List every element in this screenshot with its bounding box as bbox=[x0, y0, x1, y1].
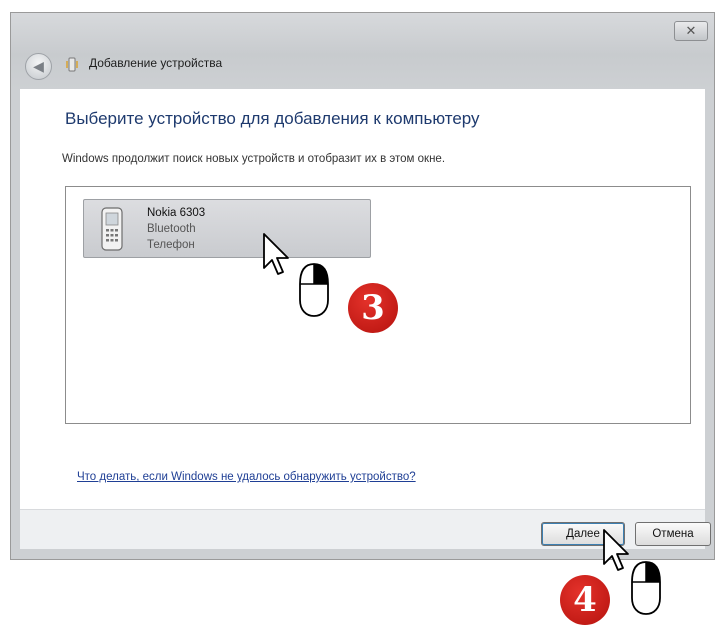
help-link[interactable]: Что делать, если Windows не удалось обна… bbox=[77, 471, 416, 483]
cancel-button[interactable]: Отмена bbox=[635, 522, 711, 546]
close-button[interactable]: ✕ bbox=[674, 21, 708, 41]
wizard-footer: Далее Отмена bbox=[20, 509, 711, 549]
page-heading: Выберите устройство для добавления к ком… bbox=[65, 109, 480, 128]
device-add-icon bbox=[66, 57, 78, 72]
window-title: Добавление устройства bbox=[89, 56, 223, 70]
step-badge-4: 4 bbox=[560, 575, 610, 625]
frame-right bbox=[705, 89, 714, 559]
frame-bottom bbox=[11, 549, 714, 559]
device-connection: Bluetooth bbox=[147, 223, 196, 235]
close-icon: ✕ bbox=[685, 23, 697, 38]
step-badge-3: 3 bbox=[348, 283, 398, 333]
phone-icon bbox=[101, 207, 123, 251]
instruction-text: Windows продолжит поиск новых устройств … bbox=[62, 153, 446, 165]
title-bar: ✕ ◀ Добавление устройства bbox=[11, 13, 714, 89]
mouse-icon bbox=[631, 561, 661, 615]
device-item-nokia[interactable]: Nokia 6303 Bluetooth Телефон bbox=[83, 199, 371, 258]
frame-left bbox=[11, 89, 20, 559]
back-arrow-icon: ◀ bbox=[33, 58, 44, 74]
next-button[interactable]: Далее bbox=[541, 522, 625, 546]
back-button[interactable]: ◀ bbox=[25, 53, 52, 80]
device-type: Телефон bbox=[147, 239, 195, 251]
device-name: Nokia 6303 bbox=[147, 207, 206, 219]
